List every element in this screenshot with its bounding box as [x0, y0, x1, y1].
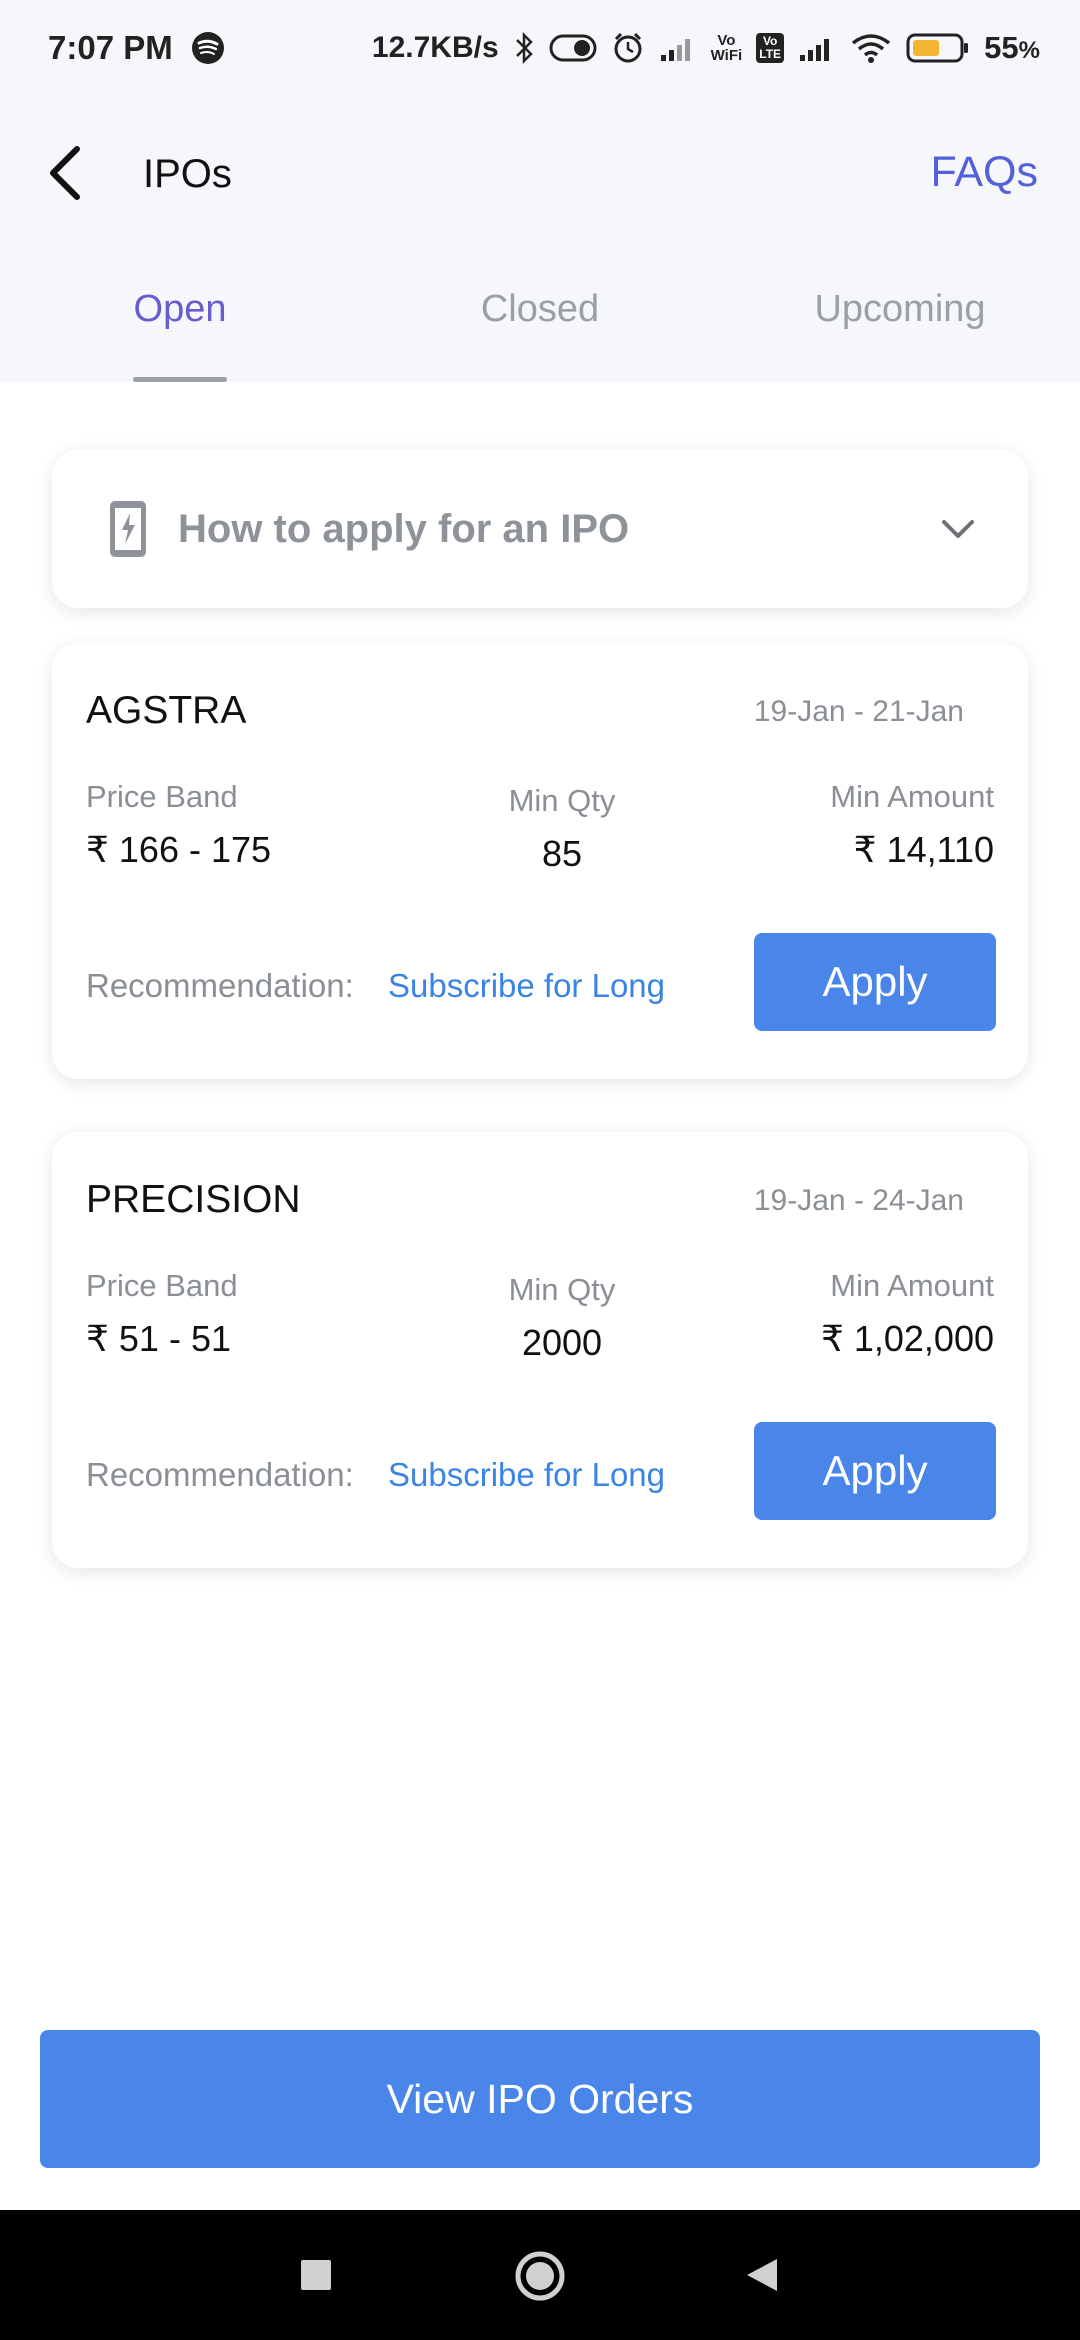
app-header: IPOs FAQs	[0, 130, 1080, 226]
tab-open[interactable]: Open	[0, 272, 360, 382]
apply-button[interactable]: Apply	[754, 1422, 996, 1520]
recommendation-label: Recommendation:	[86, 1456, 354, 1493]
volte-text: Vo LTE	[759, 34, 782, 61]
faqs-link[interactable]: FAQs	[930, 148, 1038, 197]
wifi-icon	[850, 31, 892, 65]
min-amount-label: Min Amount	[830, 779, 994, 814]
vowifi-text-top: Vo	[717, 32, 736, 49]
vowifi-text-bottom: WiFi	[710, 47, 743, 64]
price-band-value: ₹ 166 - 175	[86, 829, 272, 870]
home-circle-icon	[515, 2251, 565, 2301]
signal-icon	[659, 33, 697, 63]
ipo-dates: 19-Jan - 24-Jan	[753, 1184, 964, 1217]
ipo-tabs: Open Closed Upcoming	[0, 272, 1080, 382]
min-qty-label: Min Qty	[508, 783, 616, 818]
status-time: 7:07 PM	[48, 29, 173, 66]
recents-button[interactable]	[296, 2250, 336, 2300]
min-qty-value: 85	[541, 833, 583, 874]
price-band-label: Price Band	[86, 1268, 238, 1303]
apply-button[interactable]: Apply	[754, 933, 996, 1031]
signal-icon-2	[798, 33, 836, 63]
ipo-card[interactable]: AGSTRA 19-Jan - 21-Jan Price Band ₹ 166 …	[52, 643, 1028, 1079]
vowifi-icon: Vo WiFi	[711, 33, 743, 63]
square-icon	[301, 2260, 331, 2290]
bluetooth-icon	[513, 31, 535, 65]
spotify-icon	[191, 31, 225, 65]
battery-percent-unit: %	[1018, 37, 1040, 64]
min-amount-value: ₹ 1,02,000	[820, 1318, 994, 1359]
recommendation-link[interactable]: Subscribe for Long	[388, 1456, 665, 1494]
ipo-dates: 19-Jan - 21-Jan	[753, 695, 964, 728]
view-ipo-orders-button[interactable]: View IPO Orders	[40, 2030, 1040, 2168]
min-qty-value: 2000	[521, 1322, 603, 1363]
how-to-apply-card[interactable]: How to apply for an IPO	[52, 450, 1028, 608]
back-button[interactable]	[30, 138, 100, 208]
tab-closed[interactable]: Closed	[360, 272, 720, 382]
chevron-down-icon[interactable]	[938, 516, 978, 542]
recommendation-link[interactable]: Subscribe for Long	[388, 967, 665, 1005]
how-to-apply-title: How to apply for an IPO	[178, 506, 630, 551]
min-amount-value: ₹ 14,110	[853, 829, 994, 870]
page-title: IPOs	[143, 152, 232, 196]
ipo-name: AGSTRA	[86, 689, 247, 732]
volte-icon: Vo LTE	[756, 33, 785, 63]
tab-upcoming[interactable]: Upcoming	[720, 272, 1080, 382]
system-nav-bar	[0, 2210, 1080, 2340]
min-qty-label: Min Qty	[508, 1272, 616, 1307]
min-amount-label: Min Amount	[830, 1268, 994, 1303]
ipo-name: PRECISION	[86, 1178, 301, 1221]
triangle-back-icon	[747, 2259, 777, 2291]
battery-icon	[906, 32, 970, 64]
alarm-icon	[611, 31, 645, 65]
recommendation-label: Recommendation:	[86, 967, 354, 1004]
phone-icon	[110, 501, 146, 557]
back-nav-button[interactable]	[740, 2250, 784, 2300]
ipo-card[interactable]: PRECISION 19-Jan - 24-Jan Price Band ₹ 5…	[52, 1132, 1028, 1568]
net-speed: 12.7KB/s	[371, 31, 499, 64]
home-button[interactable]	[510, 2248, 570, 2304]
battery-percent: 55%	[984, 30, 1040, 66]
price-band-label: Price Band	[86, 779, 238, 814]
price-band-value: ₹ 51 - 51	[86, 1318, 231, 1359]
back-arrow-icon	[50, 146, 80, 200]
status-bar: 7:07 PM 12.7KB/s Vo WiFi Vo LTE 55%	[0, 0, 1080, 96]
battery-percent-value: 55	[984, 30, 1019, 65]
toggle-icon	[549, 33, 597, 63]
